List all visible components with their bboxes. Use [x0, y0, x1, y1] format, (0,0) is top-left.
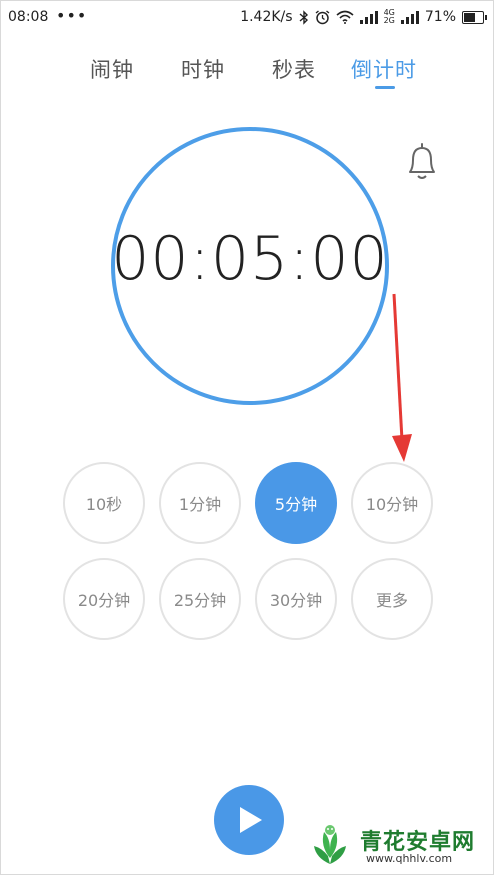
tab-bar: 闹钟 时钟 秒表 倒计时 [0, 50, 494, 100]
signal-icon-1 [359, 10, 378, 24]
alarm-icon [315, 9, 330, 24]
battery-icon [462, 10, 487, 24]
tab-countdown[interactable]: 倒计时 [351, 54, 417, 84]
preset-10min[interactable]: 10分钟 [351, 462, 433, 544]
status-bar: 08:08 ••• 1.42K/s 4G 2G 71% [0, 0, 494, 36]
network-type: 4G 2G [384, 9, 395, 25]
tab-stopwatch[interactable]: 秒表 [272, 54, 316, 84]
wifi-icon [336, 10, 354, 24]
timer-display[interactable]: 00:05:00 [111, 224, 389, 294]
tab-alarm[interactable]: 闹钟 [90, 54, 134, 84]
watermark-logo-icon [314, 825, 346, 864]
preset-5min[interactable]: 5分钟 [255, 462, 337, 544]
tab-clock[interactable]: 时钟 [181, 54, 225, 84]
network-speed: 1.42K/s [240, 9, 293, 25]
play-icon [240, 807, 262, 833]
status-dots: ••• [56, 6, 88, 25]
bluetooth-icon [299, 9, 308, 25]
battery-fill [464, 12, 476, 22]
start-button[interactable] [214, 785, 284, 855]
network-type-bottom: 2G [383, 16, 395, 25]
preset-20min[interactable]: 20分钟 [63, 558, 145, 640]
watermark-url: www.qhhlv.com [366, 852, 453, 865]
preset-1min[interactable]: 1分钟 [159, 462, 241, 544]
battery-percent: 71% [424, 9, 456, 25]
signal-icon-2 [400, 10, 419, 24]
preset-30min[interactable]: 30分钟 [255, 558, 337, 640]
preset-more[interactable]: 更多 [351, 558, 433, 640]
watermark: 青花安卓网 www.qhhlv.com [306, 820, 486, 872]
red-arrow-annotation [392, 293, 412, 462]
status-time: 08:08 [8, 9, 49, 25]
preset-25min[interactable]: 25分钟 [159, 558, 241, 640]
active-tab-indicator [375, 86, 395, 89]
preset-10s[interactable]: 10秒 [63, 462, 145, 544]
bell-icon[interactable] [402, 140, 442, 184]
status-right: 1.42K/s 4G 2G 71% [240, 9, 487, 25]
